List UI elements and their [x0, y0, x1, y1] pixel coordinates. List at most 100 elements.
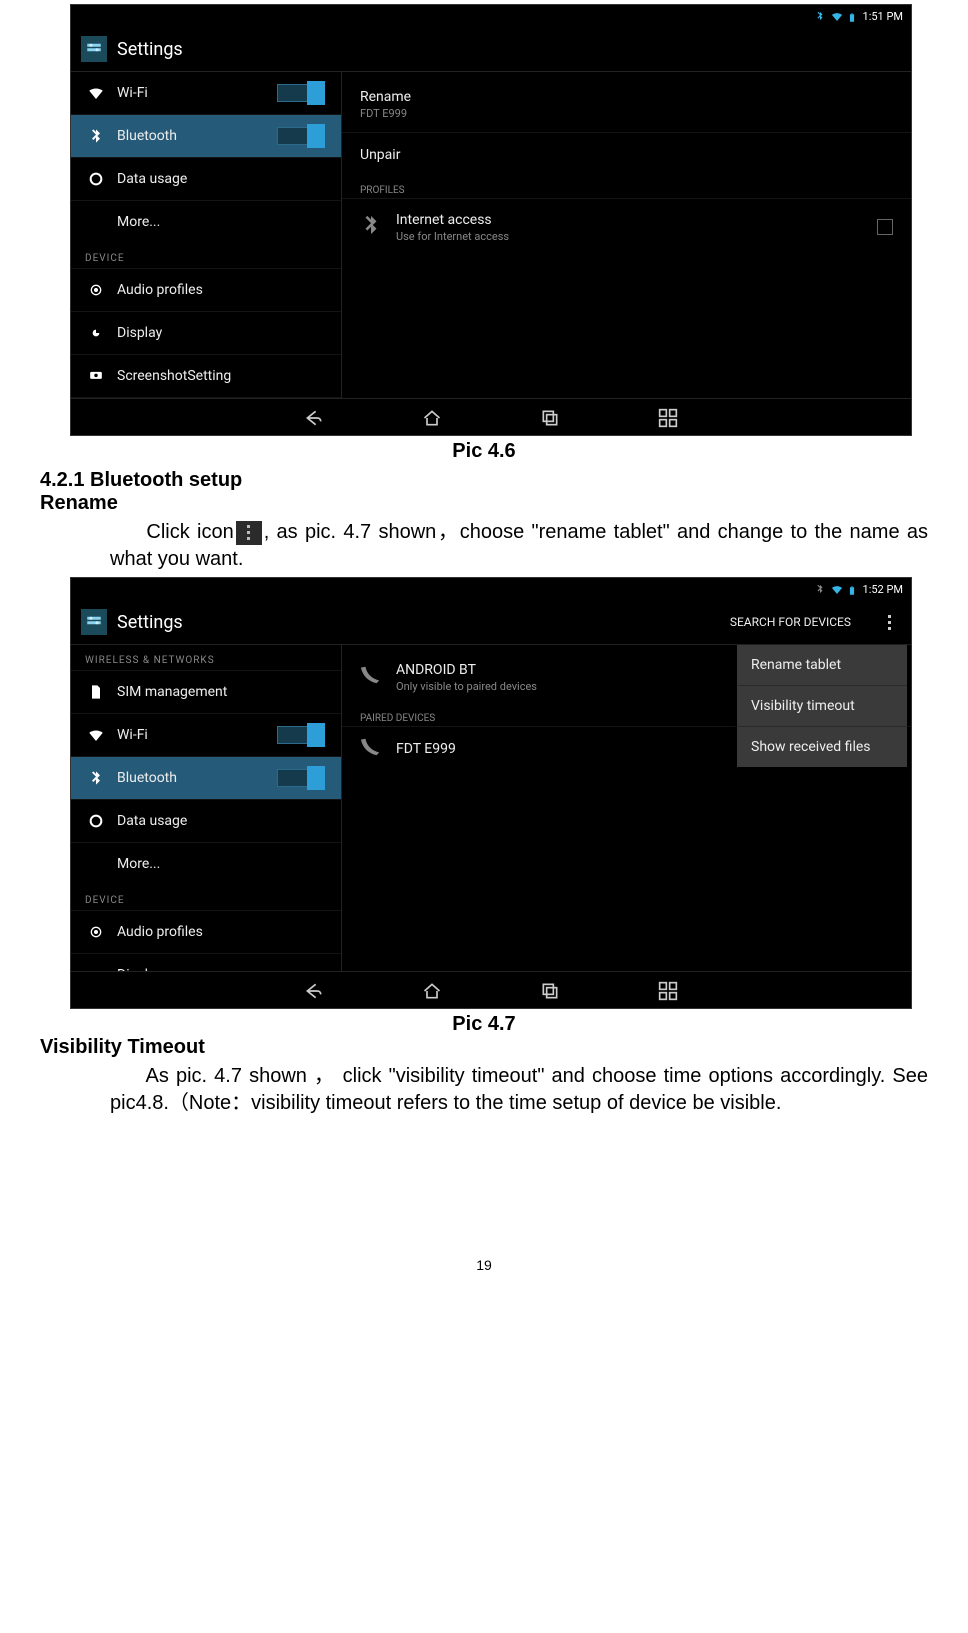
bluetooth-toggle[interactable]	[277, 769, 325, 787]
sidebar-item-label: Audio profiles	[117, 924, 203, 940]
sidebar-section-wireless: WIRELESS & NETWORKS	[71, 645, 341, 670]
sidebar-item-more[interactable]: More...	[71, 200, 341, 243]
screenshot-nav-icon[interactable]	[654, 980, 682, 1002]
sidebar-item-label: Bluetooth	[117, 770, 177, 786]
status-clock: 1:52 PM	[863, 583, 903, 596]
overflow-menu-icon	[236, 521, 262, 545]
battery-status-icon	[847, 11, 857, 21]
sidebar-item-data-usage[interactable]: Data usage	[71, 799, 341, 842]
screenshot-pic-4-7: 1:52 PM Settings SEARCH FOR DEVICES WIRE…	[70, 577, 912, 1009]
sidebar-section-device: DEVICE	[71, 243, 341, 268]
profiles-section-label: PROFILES	[342, 177, 911, 198]
system-nav-bar	[71, 971, 911, 1010]
sidebar-item-storage[interactable]: Storage	[71, 397, 341, 398]
bluetooth-icon	[87, 769, 105, 787]
sidebar-item-label: Wi-Fi	[117, 85, 148, 101]
section-heading-4-2-1: 4.2.1 Bluetooth setup	[40, 469, 928, 492]
sidebar-item-label: Bluetooth	[117, 128, 177, 144]
settings-app-icon	[81, 36, 107, 62]
audio-profiles-icon	[87, 923, 105, 941]
sidebar-item-audio-profiles[interactable]: Audio profiles	[71, 268, 341, 311]
rename-paragraph: Click icon, as pic. 4.7 shown，choose "re…	[110, 519, 928, 573]
wifi-icon	[87, 726, 105, 744]
popup-visibility-timeout[interactable]: Visibility timeout	[737, 685, 907, 726]
sim-management-icon	[87, 683, 105, 701]
rename-label: Rename	[360, 89, 411, 105]
visibility-timeout-text: As pic. 4.7 shown ， click "visibility ti…	[110, 1065, 928, 1114]
app-title: Settings	[117, 39, 183, 60]
popup-rename-tablet[interactable]: Rename tablet	[737, 645, 907, 685]
recent-apps-icon[interactable]	[536, 407, 564, 429]
sidebar-item-label: ScreenshotSetting	[117, 368, 231, 384]
caption-pic-4-7: Pic 4.7	[40, 1013, 928, 1036]
sidebar-item-more[interactable]: More...	[71, 842, 341, 885]
sidebar-item-wifi[interactable]: Wi-Fi	[71, 713, 341, 756]
app-header: Settings SEARCH FOR DEVICES	[71, 600, 911, 645]
rename-heading: Rename	[40, 492, 928, 515]
sidebar-item-label: Audio profiles	[117, 282, 203, 298]
data-usage-icon	[87, 170, 105, 188]
home-icon[interactable]	[418, 980, 446, 1002]
status-clock: 1:51 PM	[863, 10, 903, 23]
bluetooth-toggle[interactable]	[277, 127, 325, 145]
phone-icon	[360, 736, 382, 762]
screenshot-nav-icon[interactable]	[654, 407, 682, 429]
audio-profiles-icon	[87, 281, 105, 299]
sidebar-item-label: Wi-Fi	[117, 727, 148, 743]
sidebar-item-label: Display	[117, 967, 162, 971]
back-icon[interactable]	[300, 407, 328, 429]
android-bt-label: ANDROID BT	[396, 662, 476, 678]
sidebar-item-bluetooth[interactable]: Bluetooth	[71, 114, 341, 157]
sidebar-item-bluetooth[interactable]: Bluetooth	[71, 756, 341, 799]
bluetooth-device-options-pane: Rename FDT E999 Unpair PROFILES Internet…	[342, 72, 911, 398]
more-placeholder-icon	[87, 213, 105, 231]
app-header: Settings	[71, 27, 911, 72]
wifi-icon	[87, 84, 105, 102]
data-usage-icon	[87, 812, 105, 830]
bluetooth-main-pane: ANDROID BT Only visible to paired device…	[342, 645, 911, 971]
settings-sidebar: Wi-Fi Bluetooth Data usage	[71, 72, 342, 398]
recent-apps-icon[interactable]	[536, 980, 564, 1002]
sidebar-item-audio-profiles[interactable]: Audio profiles	[71, 910, 341, 953]
system-nav-bar	[71, 398, 911, 437]
sidebar-item-data-usage[interactable]: Data usage	[71, 157, 341, 200]
visibility-timeout-paragraph: As pic. 4.7 shown ， click "visibility ti…	[110, 1063, 928, 1117]
sidebar-item-label: Data usage	[117, 171, 187, 187]
wifi-toggle[interactable]	[277, 84, 325, 102]
rename-subtext: FDT E999	[360, 107, 411, 120]
home-icon[interactable]	[418, 407, 446, 429]
popup-show-received-files[interactable]: Show received files	[737, 726, 907, 767]
bluetooth-pan-icon	[360, 214, 382, 240]
display-icon	[87, 966, 105, 971]
sidebar-item-label: SIM management	[117, 684, 227, 700]
android-bt-subtext: Only visible to paired devices	[396, 680, 537, 693]
sidebar-item-label: More...	[117, 214, 160, 230]
bluetooth-status-icon	[815, 11, 825, 21]
battery-status-icon	[847, 584, 857, 594]
wifi-toggle[interactable]	[277, 726, 325, 744]
rename-row[interactable]: Rename FDT E999	[342, 76, 911, 132]
sidebar-item-sim-management[interactable]: SIM management	[71, 670, 341, 713]
internet-access-label: Internet access	[396, 212, 492, 228]
sidebar-item-display[interactable]: Display	[71, 311, 341, 354]
screenshot-setting-icon	[87, 367, 105, 385]
unpair-label: Unpair	[360, 147, 400, 163]
phone-icon	[360, 664, 382, 690]
status-bar: 1:51 PM	[71, 5, 911, 27]
search-for-devices-button[interactable]: SEARCH FOR DEVICES	[720, 609, 861, 635]
sidebar-item-wifi[interactable]: Wi-Fi	[71, 72, 341, 114]
sidebar-item-label: More...	[117, 856, 160, 872]
back-icon[interactable]	[300, 980, 328, 1002]
sidebar-item-display[interactable]: Display	[71, 953, 341, 971]
internet-access-row[interactable]: Internet access Use for Internet access	[342, 198, 911, 255]
sidebar-item-label: Data usage	[117, 813, 187, 829]
unpair-row[interactable]: Unpair	[342, 132, 911, 177]
overflow-menu-icon[interactable]	[877, 615, 901, 630]
sidebar-item-label: Display	[117, 325, 162, 341]
para1a: Click icon	[146, 521, 233, 543]
more-placeholder-icon	[87, 855, 105, 873]
sidebar-item-screenshot-setting[interactable]: ScreenshotSetting	[71, 354, 341, 397]
caption-pic-4-6: Pic 4.6	[40, 440, 928, 463]
internet-access-checkbox[interactable]	[877, 219, 893, 235]
display-icon	[87, 324, 105, 342]
